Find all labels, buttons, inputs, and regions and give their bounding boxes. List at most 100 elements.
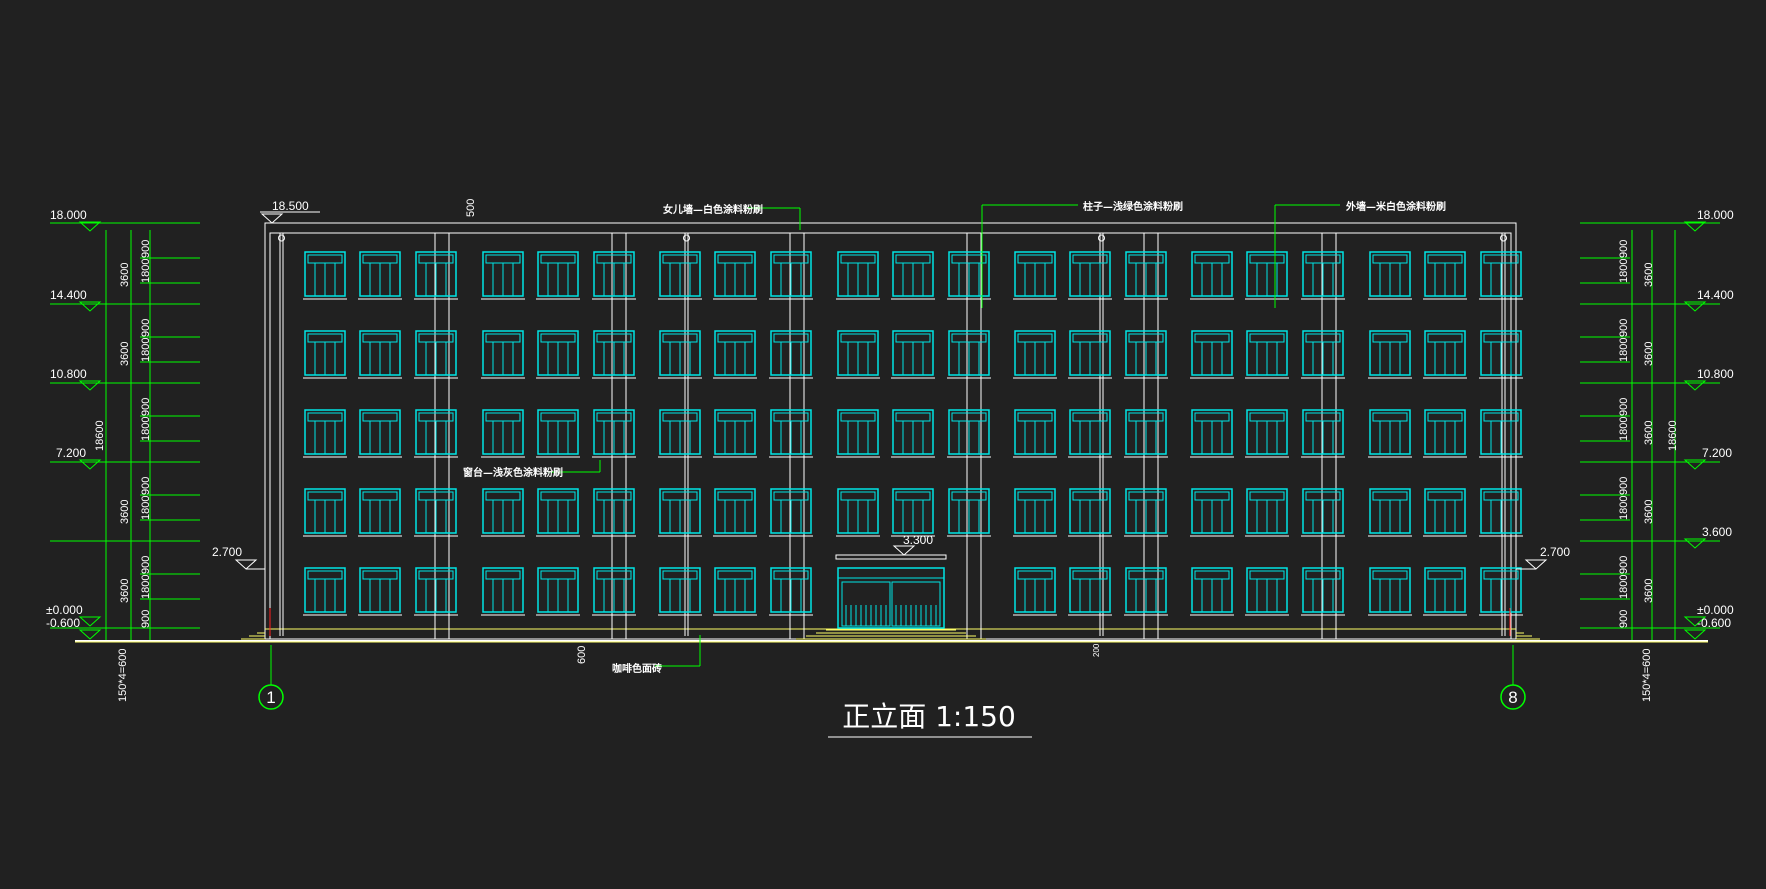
level-label: -0.600 [1697,616,1731,630]
window-transom [662,412,698,422]
window-transom [662,570,698,580]
dim-sill: 900 [140,240,152,258]
dim-sill: 900 [1618,398,1630,416]
window-transom [307,333,343,343]
window-transom [895,333,931,343]
level-label: ±0.000 [46,603,83,617]
axis-label-1: 1 [266,688,275,707]
window-transom [1427,570,1463,580]
window-transom [773,333,809,343]
dim-total: 18600 [1667,420,1679,451]
level-label: 10.800 [50,367,87,381]
dim-total: 18600 [94,420,106,451]
roof-level-marker [260,213,284,224]
side-level-marker [1524,559,1548,570]
dim-steps: 150*4=600 [1641,648,1653,702]
dims-left: 3600 3600 3600 3600 18600 900 1800 900 1… [94,240,152,702]
window-transom [1017,491,1053,501]
level-label: 3.600 [1702,525,1732,539]
level-label: 14.400 [1697,288,1734,302]
window-transom [418,491,454,501]
window-transom [773,412,809,422]
window-transom [362,570,398,580]
window-transom [1372,491,1408,501]
dim-window: 1800 [1618,259,1630,283]
downpipe-head [1098,234,1105,242]
window-transom [1427,254,1463,264]
dim-window: 1800 [1618,338,1630,362]
note-sills: 窗台—浅灰色涂料粉刷 [463,466,563,479]
window-transom [840,333,876,343]
window-transom [1305,333,1341,343]
window-transom [307,491,343,501]
side-level-left: 2.700 [212,545,242,559]
window-transom [1483,570,1519,580]
window-transom [362,333,398,343]
entrance-canopy [835,554,947,560]
dim-floor: 3600 [1643,579,1655,603]
window-transom [1072,491,1108,501]
window-transom [540,570,576,580]
pilaster [434,232,450,640]
window-transom [1372,333,1408,343]
window-transom [1017,333,1053,343]
window-transom [895,412,931,422]
window-transom [1017,254,1053,264]
dim-sill: 900 [140,556,152,574]
window-transom [540,333,576,343]
level-label: 7.200 [1702,446,1732,460]
dim-floor: 3600 [119,500,131,524]
level-marker [78,616,102,627]
window-transom [418,333,454,343]
window-transom [717,254,753,264]
dim-steps: 150*4=600 [117,648,129,702]
window-transom [362,254,398,264]
dim-floor: 3600 [1643,342,1655,366]
dims-right: 3600 3600 3600 3600 3600 18600 900 1800 … [1618,240,1679,702]
window-transom [1072,412,1108,422]
roof-level-label: 18.500 [272,199,309,213]
window-transom [418,254,454,264]
window-transom [1483,333,1519,343]
window-transom [1305,412,1341,422]
dim-window: 1800 [140,259,152,283]
window-transom [1427,412,1463,422]
window-transom [1372,412,1408,422]
axis-label-8: 8 [1508,688,1517,707]
window-transom [840,254,876,264]
window-transom [717,491,753,501]
level-marker [1683,301,1707,312]
dim-window: 1800 [1618,575,1630,599]
window-transom [773,254,809,264]
window-transom [1483,254,1519,264]
window-transom [895,254,931,264]
downpipe-head [278,234,285,242]
level-label: 14.400 [50,288,87,302]
levels-left: 18.000 14.400 10.800 7.200 ±0.000 -0.600 [46,208,87,630]
window-transom [307,412,343,422]
window-transom [485,570,521,580]
dim-floor: 3600 [1643,421,1655,445]
window-transom [540,254,576,264]
window-transom [540,491,576,501]
window-transom [717,412,753,422]
dim-sill: 900 [1618,477,1630,495]
window-transom [1427,491,1463,501]
window-transom [1483,491,1519,501]
dim-window: 1800 [140,417,152,441]
window-transom [362,491,398,501]
dim-window: 1800 [140,496,152,520]
levels-right: 18.000 14.400 10.800 7.200 3.600 ±0.000 … [1697,208,1734,630]
level-label: 18.000 [1697,208,1734,222]
dim-base: 600 [576,646,588,664]
window-transom [840,412,876,422]
window-transom [1249,412,1285,422]
window-transom [1483,412,1519,422]
window-transom [418,570,454,580]
building-geometry [50,204,1720,738]
dim-window: 1800 [1618,417,1630,441]
window-transom [662,491,698,501]
dim-floor: 3600 [119,579,131,603]
window-transom [485,254,521,264]
dim-sill: 900 [1618,556,1630,574]
